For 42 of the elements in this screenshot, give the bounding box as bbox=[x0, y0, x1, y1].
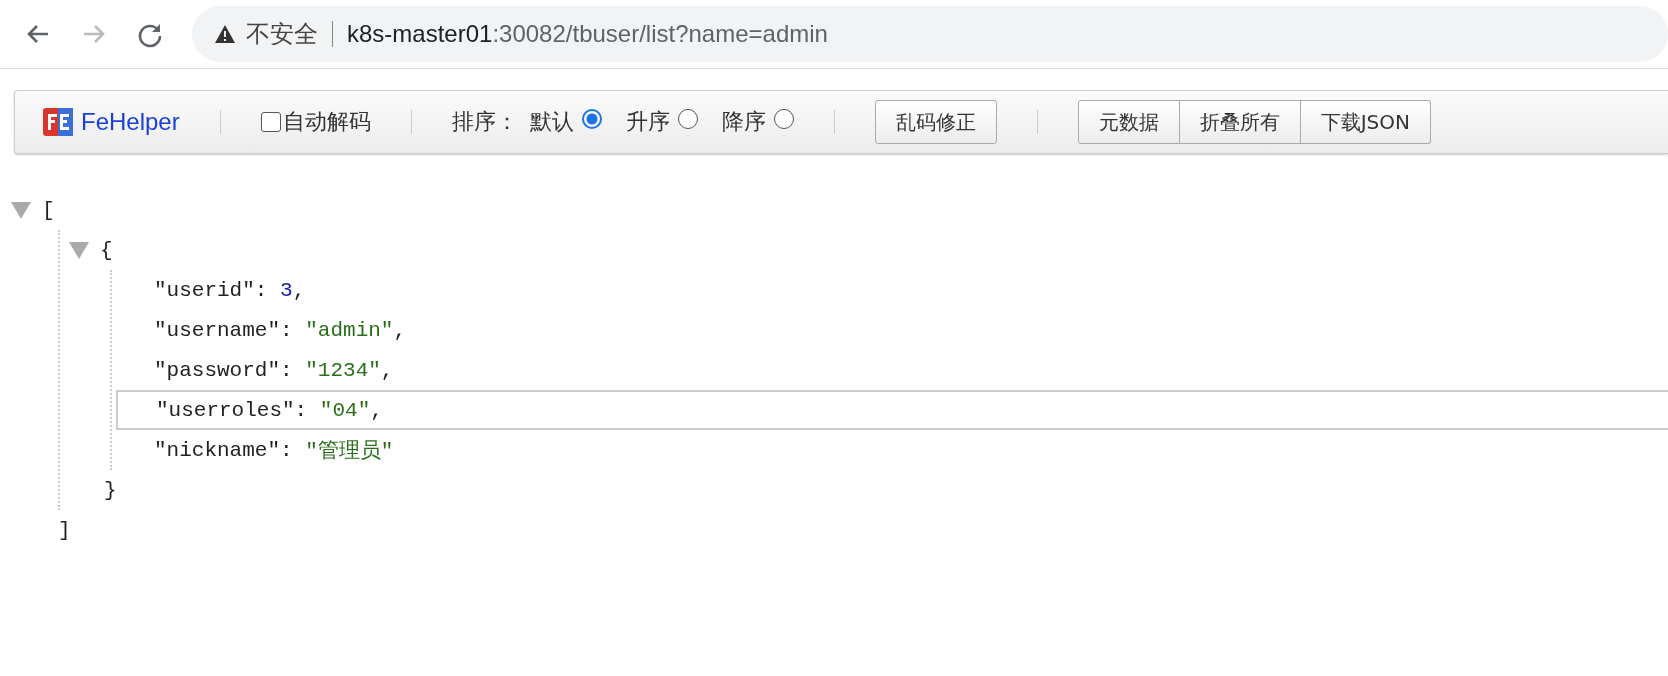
json-key: "password": bbox=[154, 358, 293, 382]
json-row[interactable]: "password": "1234", bbox=[116, 350, 1668, 390]
fix-encoding-button[interactable]: 乱码修正 bbox=[874, 100, 997, 144]
json-key: "userid": bbox=[154, 278, 268, 302]
toolbar-button[interactable]: 下载JSON bbox=[1300, 100, 1431, 144]
comma: , bbox=[370, 398, 383, 422]
sort-label: 排序： bbox=[451, 108, 518, 136]
comma: , bbox=[380, 358, 394, 382]
json-key: "userroles": bbox=[156, 398, 308, 422]
json-key: "username": bbox=[154, 318, 293, 342]
radio-label: 降序 bbox=[721, 108, 766, 136]
radio-button[interactable] bbox=[677, 109, 698, 129]
comma: , bbox=[292, 278, 306, 302]
address-bar[interactable]: 不安全 k8s-master01:30082/tbuser/list?name=admin bbox=[192, 6, 1668, 62]
toolbar-button[interactable]: 元数据 bbox=[1077, 100, 1180, 144]
checkbox-label: 自动解码 bbox=[282, 108, 371, 136]
json-value: "04" bbox=[319, 398, 371, 422]
fehelper-logo-icon bbox=[43, 108, 73, 136]
bracket: ] bbox=[58, 518, 71, 542]
radio-label: 默认 bbox=[529, 108, 574, 136]
json-row[interactable]: "userid": 3, bbox=[116, 270, 1668, 310]
brace: { bbox=[100, 238, 113, 262]
warning-icon bbox=[214, 24, 236, 44]
radio-label: 升序 bbox=[625, 108, 670, 136]
comma: , bbox=[393, 318, 407, 342]
checkbox[interactable] bbox=[260, 112, 281, 132]
brand-name: FeHelper bbox=[81, 108, 180, 136]
json-value: "1234" bbox=[305, 358, 381, 382]
url-text: k8s-master01:30082/tbuser/list?name=admin bbox=[347, 20, 828, 48]
json-key: "nickname": bbox=[154, 438, 293, 462]
json-row[interactable]: "userroles": "04", bbox=[116, 390, 1668, 430]
security-label: 不安全 bbox=[246, 19, 318, 49]
json-row[interactable]: "nickname": "管理员" bbox=[116, 430, 1668, 470]
json-value: 3 bbox=[280, 278, 293, 302]
radio-button[interactable] bbox=[581, 109, 602, 129]
bracket: [ bbox=[42, 198, 55, 222]
radio-button[interactable] bbox=[773, 109, 794, 129]
brace: } bbox=[104, 478, 117, 502]
toolbar-button[interactable]: 折叠所有 bbox=[1179, 100, 1301, 144]
json-value: "管理员" bbox=[305, 439, 394, 464]
json-row[interactable]: "username": "admin", bbox=[116, 310, 1668, 350]
json-value: "admin" bbox=[305, 318, 394, 342]
